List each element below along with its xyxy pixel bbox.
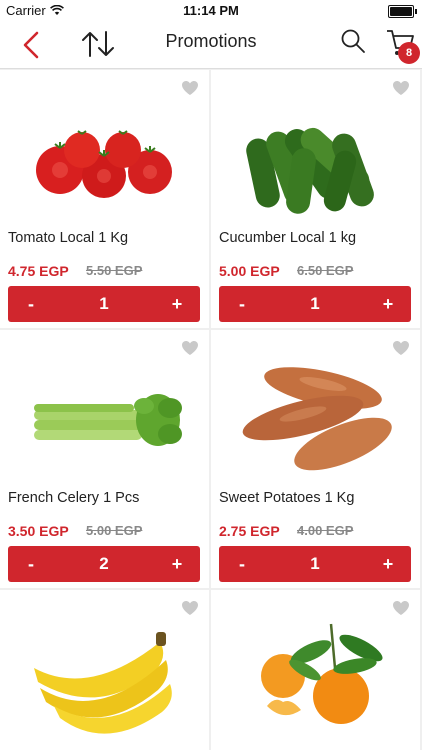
increment-button[interactable]: + xyxy=(365,546,411,582)
decrement-button[interactable]: - xyxy=(8,286,54,322)
clock: 11:14 PM xyxy=(183,3,239,18)
increment-button[interactable]: + xyxy=(365,286,411,322)
product-card[interactable]: French Celery 1 Pcs 3.50 EGP 5.00 EGP - … xyxy=(0,330,209,588)
product-card[interactable] xyxy=(0,590,209,750)
decrement-button[interactable]: - xyxy=(219,546,265,582)
cart-count-badge: 8 xyxy=(398,42,420,64)
product-card[interactable]: Cucumber Local 1 kg 5.00 EGP 6.50 EGP - … xyxy=(211,70,420,328)
product-price: 4.75 EGP xyxy=(8,263,69,279)
status-bar: Carrier 11:14 PM xyxy=(0,0,422,22)
banana-image xyxy=(34,632,172,734)
product-old-price: 4.00 EGP xyxy=(297,523,354,538)
quantity-value: 2 xyxy=(99,554,109,573)
search-icon[interactable] xyxy=(340,28,366,54)
quantity-value: 1 xyxy=(310,554,320,573)
increment-button[interactable]: + xyxy=(154,546,200,582)
sweet-potato-image xyxy=(242,367,392,471)
quantity-stepper: - 1 + xyxy=(219,546,411,582)
product-name: Tomato Local 1 Kg xyxy=(8,230,129,246)
product-old-price: 6.50 EGP xyxy=(297,263,354,278)
product-price: 5.00 EGP xyxy=(219,263,280,279)
quantity-stepper: - 2 + xyxy=(8,546,200,582)
product-name: Sweet Potatoes 1 Kg xyxy=(219,490,355,506)
quantity-stepper: - 1 + xyxy=(8,286,200,322)
quantity-value: 1 xyxy=(99,294,109,313)
quantity-stepper: - 1 + xyxy=(219,286,411,322)
tomato-image xyxy=(36,130,172,198)
product-card[interactable] xyxy=(211,590,420,750)
product-card[interactable]: Sweet Potatoes 1 Kg 2.75 EGP 4.00 EGP - … xyxy=(211,330,420,588)
product-name: French Celery 1 Pcs xyxy=(8,490,140,506)
product-card[interactable]: Tomato Local 1 Kg 4.75 EGP 5.50 EGP - 1 … xyxy=(0,70,209,328)
product-old-price: 5.50 EGP xyxy=(86,263,143,278)
battery-icon xyxy=(388,5,417,18)
celery-image xyxy=(34,394,182,446)
product-price: 3.50 EGP xyxy=(8,523,69,539)
increment-button[interactable]: + xyxy=(154,286,200,322)
decrement-button[interactable]: - xyxy=(219,286,265,322)
decrement-button[interactable]: - xyxy=(8,546,54,582)
product-old-price: 5.00 EGP xyxy=(86,523,143,538)
quantity-value: 1 xyxy=(310,294,320,313)
cucumber-image xyxy=(246,127,374,214)
product-name: Cucumber Local 1 kg xyxy=(219,230,357,246)
nav-bar: Promotions 8 xyxy=(0,22,422,69)
product-price: 2.75 EGP xyxy=(219,523,280,539)
mandarin-image xyxy=(261,623,383,724)
